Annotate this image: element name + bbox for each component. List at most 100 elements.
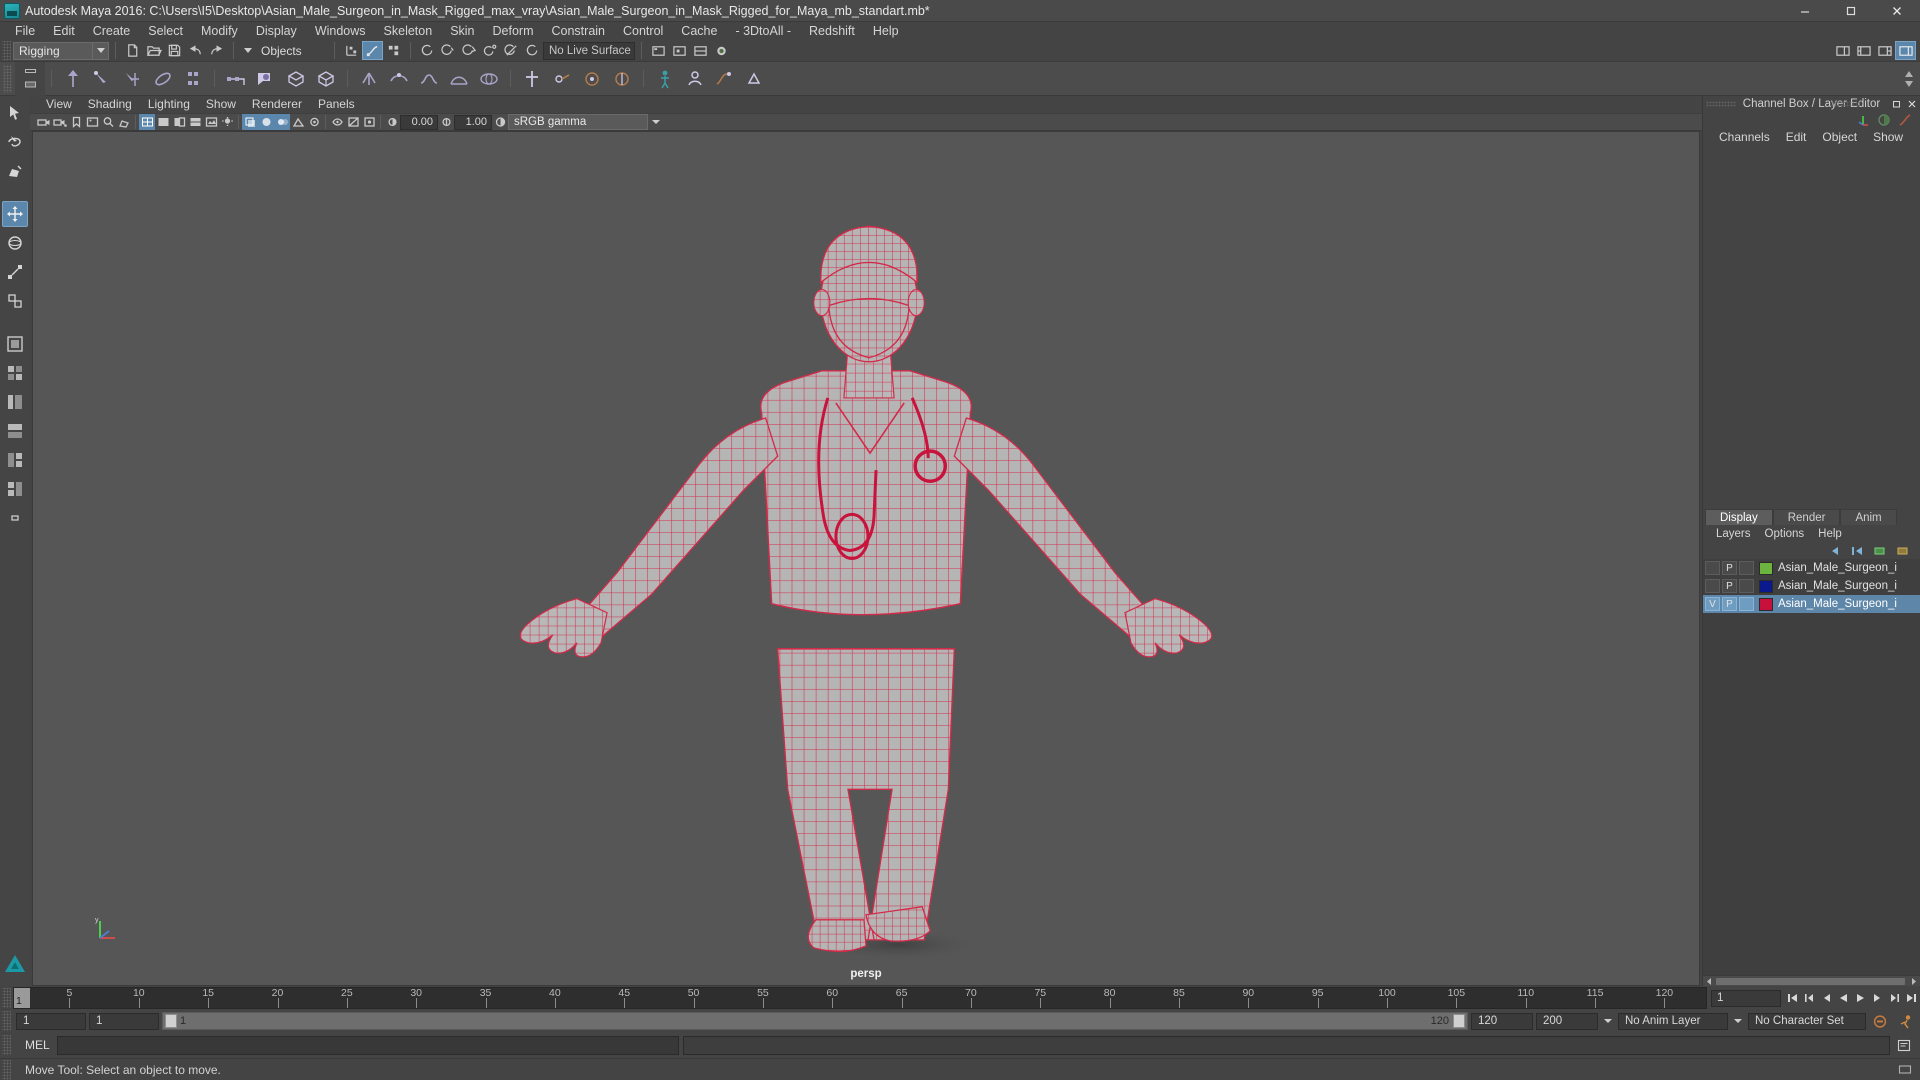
render-channel-icon[interactable] xyxy=(1877,113,1891,127)
selection-mask-label[interactable]: Objects xyxy=(256,42,328,60)
lights-icon[interactable] xyxy=(219,114,235,130)
screen-space-ao-icon[interactable] xyxy=(258,114,274,130)
rotate-tool-icon[interactable] xyxy=(2,230,28,256)
xray-icon[interactable] xyxy=(345,114,361,130)
human-ik-icon[interactable] xyxy=(680,64,710,94)
image-plane-icon[interactable] xyxy=(84,114,100,130)
current-frame-field[interactable]: 1 xyxy=(1711,989,1781,1007)
shadows-icon[interactable] xyxy=(242,114,258,130)
range-end-handle[interactable] xyxy=(1453,1014,1465,1028)
table-row[interactable]: P Asian_Male_Surgeon_i xyxy=(1703,559,1920,577)
perspective-viewport[interactable]: y persp xyxy=(32,131,1700,986)
go-to-start-icon[interactable] xyxy=(1784,989,1801,1007)
layer-new-from-selected-icon[interactable] xyxy=(1896,545,1910,557)
panel-menu-view[interactable]: View xyxy=(38,96,80,113)
lasso-select-tool-icon[interactable] xyxy=(2,129,28,155)
range-start-field[interactable]: 1 xyxy=(89,1012,159,1030)
paint-select-tool-icon[interactable] xyxy=(2,158,28,184)
snap-projected-icon[interactable] xyxy=(459,41,480,60)
layer-type-toggle[interactable] xyxy=(1739,561,1754,575)
single-perspective-layout-icon[interactable] xyxy=(2,331,28,357)
snap-rotate-icon[interactable] xyxy=(480,41,501,60)
render-settings-icon[interactable] xyxy=(690,41,711,60)
texture-icon[interactable] xyxy=(203,114,219,130)
range-end-field[interactable]: 120 xyxy=(1471,1012,1533,1030)
layout-more-icon[interactable] xyxy=(2,505,28,531)
layer-menu-layers[interactable]: Layers xyxy=(1709,528,1758,540)
layer-color-swatch[interactable] xyxy=(1759,597,1773,611)
step-forward-frame-icon[interactable] xyxy=(1869,989,1886,1007)
menu-create[interactable]: Create xyxy=(84,22,140,40)
insert-joint-icon[interactable] xyxy=(148,64,178,94)
menu-file[interactable]: File xyxy=(6,22,44,40)
camera-attributes-icon[interactable] xyxy=(52,114,68,130)
layer-prev-icon[interactable] xyxy=(1829,545,1842,557)
menu-redshift[interactable]: Redshift xyxy=(800,22,864,40)
tab-render[interactable]: Render xyxy=(1772,509,1841,525)
quick-rig-icon[interactable] xyxy=(650,64,680,94)
script-editor-icon[interactable] xyxy=(1894,1036,1914,1054)
menu-display[interactable]: Display xyxy=(247,22,306,40)
two-dimensional-pan-zoom-icon[interactable] xyxy=(100,114,116,130)
cluster-icon[interactable] xyxy=(384,64,414,94)
bookmark-icon[interactable] xyxy=(68,114,84,130)
time-slider[interactable]: 1 5 10 15 20 25 30 35 40 45 50 55 60 65 70 75 80 85 90 95 1… xyxy=(13,987,1707,1009)
go-to-end-icon[interactable] xyxy=(1903,989,1920,1007)
smooth-bind-icon[interactable] xyxy=(311,64,341,94)
anim-channel-icon[interactable] xyxy=(1898,113,1912,127)
tool-settings-icon[interactable] xyxy=(1874,41,1895,60)
tab-display[interactable]: Display xyxy=(1705,509,1773,525)
channel-menu-object[interactable]: Object xyxy=(1814,130,1865,144)
menu-control[interactable]: Control xyxy=(614,22,672,40)
shelf-grip[interactable] xyxy=(3,64,12,93)
table-row[interactable]: P Asian_Male_Surgeon_i xyxy=(1703,577,1920,595)
redo-icon[interactable] xyxy=(206,41,227,60)
open-scene-icon[interactable] xyxy=(143,41,164,60)
layer-visibility-toggle[interactable] xyxy=(1705,579,1720,593)
paint-weights-icon[interactable] xyxy=(251,64,281,94)
chevron-down-icon[interactable] xyxy=(1731,1013,1745,1030)
chevron-down-icon[interactable] xyxy=(1601,1013,1615,1030)
transform-channel-icon[interactable] xyxy=(1856,113,1870,127)
menu-cache[interactable]: Cache xyxy=(672,22,726,40)
helpline-grip[interactable] xyxy=(2,1059,11,1080)
panel-grip-right[interactable] xyxy=(1831,101,1861,107)
move-tool-icon[interactable] xyxy=(2,201,28,227)
new-scene-icon[interactable] xyxy=(122,41,143,60)
layer-color-swatch[interactable] xyxy=(1759,579,1773,593)
layer-color-swatch[interactable] xyxy=(1759,561,1773,575)
range-bar[interactable]: 1 120 xyxy=(162,1012,1468,1030)
menu-constrain[interactable]: Constrain xyxy=(543,22,615,40)
layer-name[interactable]: Asian_Male_Surgeon_i xyxy=(1778,580,1897,592)
command-input[interactable] xyxy=(57,1035,679,1055)
render-current-frame-icon[interactable] xyxy=(648,41,669,60)
layer-name[interactable]: Asian_Male_Surgeon_i xyxy=(1778,598,1897,610)
play-backwards-icon[interactable] xyxy=(1835,989,1852,1007)
layer-visibility-toggle[interactable]: V xyxy=(1705,597,1720,611)
parent-constraint-icon[interactable] xyxy=(517,64,547,94)
selection-mask-dropdown-arrow[interactable] xyxy=(240,42,256,60)
mirror-joint-icon[interactable] xyxy=(178,64,208,94)
channel-box-restore-button[interactable] xyxy=(1890,97,1903,110)
depth-of-field-icon[interactable] xyxy=(306,114,322,130)
chevron-down-icon[interactable] xyxy=(648,114,664,130)
layer-name[interactable]: Asian_Male_Surgeon_i xyxy=(1778,562,1897,574)
close-button[interactable] xyxy=(1874,0,1920,22)
channel-box-icon[interactable] xyxy=(1895,41,1916,60)
animation-start-field[interactable]: 1 xyxy=(16,1012,86,1030)
lattice-icon[interactable] xyxy=(354,64,384,94)
tab-anim[interactable]: Anim xyxy=(1840,509,1897,525)
animation-end-field[interactable]: 200 xyxy=(1536,1012,1598,1030)
play-forwards-icon[interactable] xyxy=(1852,989,1869,1007)
menu-help[interactable]: Help xyxy=(864,22,908,40)
menu-skin[interactable]: Skin xyxy=(441,22,483,40)
command-language-label[interactable]: MEL xyxy=(13,1038,57,1052)
layer-playback-toggle[interactable]: P xyxy=(1722,561,1737,575)
layer-new-icon[interactable] xyxy=(1873,545,1887,557)
gamma-icon[interactable] xyxy=(438,114,454,130)
scroll-thumb[interactable] xyxy=(1716,977,1905,985)
live-surface-field[interactable]: No Live Surface xyxy=(543,41,635,60)
menu-select[interactable]: Select xyxy=(139,22,192,40)
select-camera-icon[interactable] xyxy=(36,114,52,130)
current-time-indicator[interactable]: 1 xyxy=(14,988,30,1008)
